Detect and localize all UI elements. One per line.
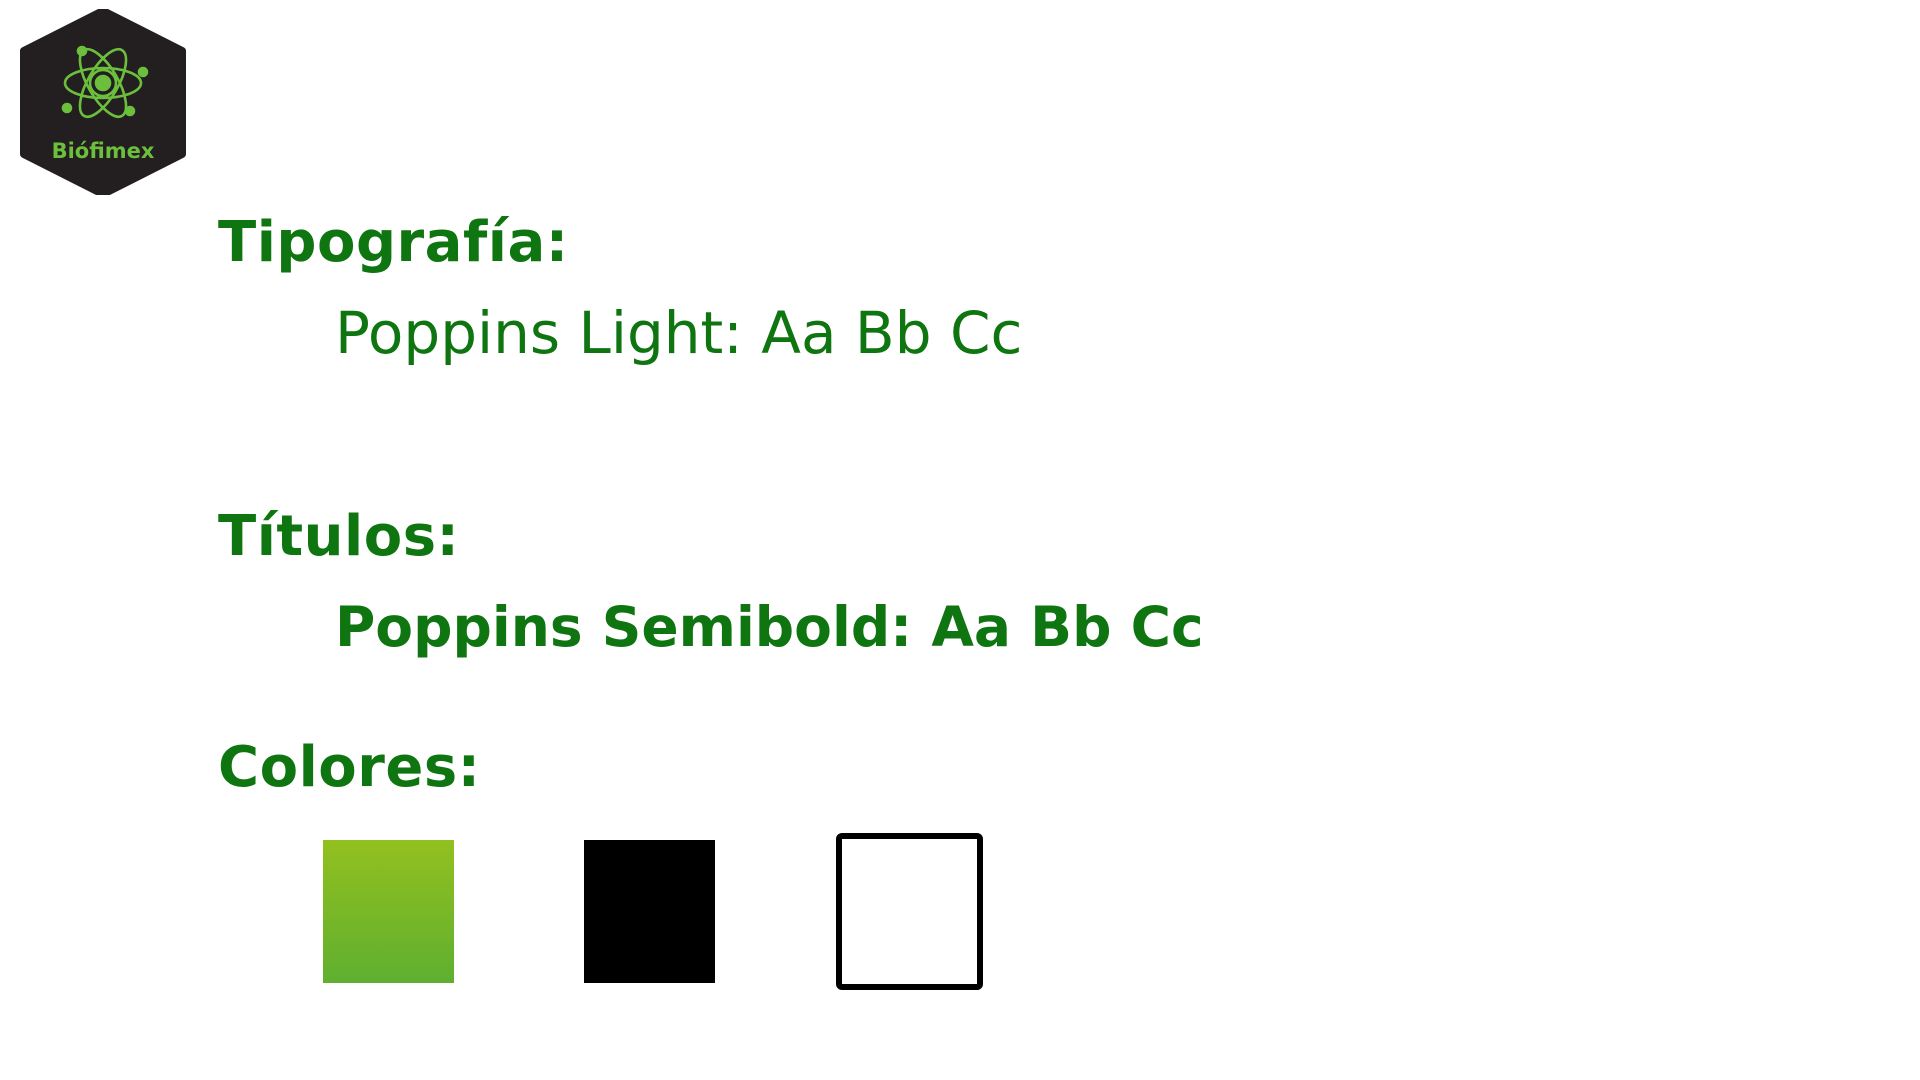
typography-heading: Tipografía: [218,210,569,275]
typography-sample: Poppins Light: Aa Bb Cc [335,299,1023,367]
swatch-black [584,840,715,983]
colors-heading: Colores: [218,735,481,800]
logo-wordmark: Biófimex [52,139,155,163]
hexagon-logo-icon: Biófimex [20,9,186,195]
brand-guide-page: Biófimex Tipografía: Poppins Light: Aa B… [0,0,1920,1080]
swatch-white [836,833,983,990]
titles-sample: Poppins Semibold: Aa Bb Cc [335,595,1204,659]
biofimex-logo: Biófimex [19,9,187,195]
titles-heading: Títulos: [218,504,460,569]
swatch-green [323,840,454,983]
logo-hexagon [20,9,186,195]
